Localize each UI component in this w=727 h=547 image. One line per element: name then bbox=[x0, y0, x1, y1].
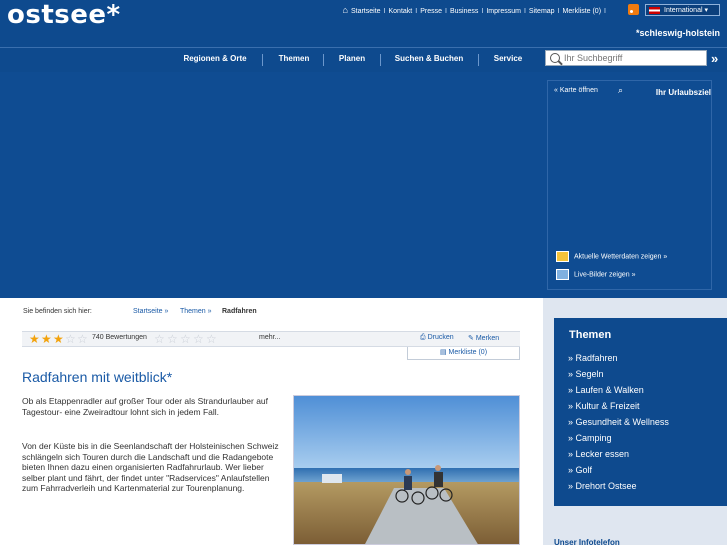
toplink-impressum[interactable]: Impressum bbox=[486, 8, 521, 15]
remember-button[interactable]: ✎ Merken bbox=[468, 334, 499, 342]
search-input[interactable] bbox=[564, 51, 704, 65]
star-filled-icon: ★ bbox=[29, 332, 40, 346]
nav-divider bbox=[380, 54, 381, 66]
map-panel: « Karte öffnen ⌕ Ihr Urlaubsziel Aktuell… bbox=[547, 80, 712, 290]
rss-icon[interactable] bbox=[628, 4, 639, 15]
star-filled-icon: ★ bbox=[53, 332, 64, 346]
star-filled-icon: ★ bbox=[41, 332, 52, 346]
nav-planen[interactable]: Planen bbox=[328, 48, 376, 72]
print-icon: ⎙ bbox=[420, 334, 426, 341]
themen-item-camping[interactable]: » Camping bbox=[568, 433, 612, 443]
watchlist-label: Merkliste (0) bbox=[448, 349, 488, 356]
sun-icon bbox=[556, 251, 569, 262]
themen-item-kultur[interactable]: » Kultur & Freizeit bbox=[568, 401, 640, 411]
star-empty-icon: ☆ bbox=[77, 332, 88, 346]
toplink-startseite[interactable]: Startseite bbox=[351, 8, 381, 15]
tagline: *schleswig-holstein bbox=[635, 28, 720, 38]
breadcrumb-current: Radfahren bbox=[222, 308, 257, 315]
intro-paragraph: Ob als Etappenradler auf großer Tour ode… bbox=[22, 396, 269, 417]
rate-star-icon[interactable]: ☆ bbox=[154, 332, 165, 346]
toplink-sitemap[interactable]: Sitemap bbox=[529, 8, 555, 15]
nav-divider bbox=[323, 54, 324, 66]
zoom-icon[interactable]: ⌕ bbox=[618, 85, 623, 96]
search-icon[interactable] bbox=[550, 53, 560, 63]
rating-count: 740 Bewertungen bbox=[92, 334, 147, 341]
print-button[interactable]: ⎙ Drucken bbox=[420, 334, 454, 342]
logo[interactable]: ostsee* bbox=[7, 0, 121, 30]
themen-item-radfahren[interactable]: » Radfahren bbox=[568, 353, 618, 363]
nav-suchen-buchen[interactable]: Suchen & Buchen bbox=[385, 48, 473, 72]
destination-title: Ihr Urlaubsziel bbox=[655, 88, 711, 97]
nav-regionen[interactable]: Regionen & Orte bbox=[175, 48, 255, 72]
cyclists-photo-graphic bbox=[294, 396, 519, 544]
themen-item-lecker-essen[interactable]: » Lecker essen bbox=[568, 449, 629, 459]
breadcrumb-label: Sie befinden sich hier: bbox=[23, 308, 92, 315]
body-paragraph: Von der Küste bis in die Seenlandschaft … bbox=[22, 441, 279, 493]
live-images-label: Live-Bilder zeigen » bbox=[574, 271, 636, 279]
infotelefon-heading: Unser Infotelefon bbox=[554, 538, 620, 547]
toplink-business[interactable]: Business bbox=[450, 8, 478, 15]
breadcrumb-themen[interactable]: Themen » bbox=[180, 308, 212, 315]
breadcrumb-startseite[interactable]: Startseite » bbox=[133, 308, 168, 315]
watchlist-tab[interactable]: ▤ Merkliste (0) bbox=[407, 347, 520, 360]
rate-star-icon[interactable]: ☆ bbox=[180, 332, 191, 346]
live-images-link[interactable]: Live-Bilder zeigen » bbox=[556, 269, 635, 280]
open-map-label: Karte öffnen bbox=[559, 87, 598, 94]
rating-bar: ★ ★ ★ ☆ ☆ 740 Bewertungen ☆ ☆ ☆ ☆ ☆ mehr… bbox=[22, 331, 520, 347]
nav-divider bbox=[478, 54, 479, 66]
pin-icon: ✎ bbox=[468, 335, 474, 342]
weather-link[interactable]: Aktuelle Wetterdaten zeigen » bbox=[556, 251, 667, 262]
search-submit-button[interactable]: » bbox=[711, 51, 718, 66]
search-box bbox=[545, 50, 707, 66]
remember-label: Merken bbox=[475, 335, 500, 342]
themen-box: Themen » Radfahren » Segeln » Laufen & W… bbox=[554, 318, 727, 506]
more-link[interactable]: mehr... bbox=[259, 334, 280, 341]
open-map-link[interactable]: « Karte öffnen bbox=[554, 87, 598, 94]
print-label: Drucken bbox=[427, 334, 454, 341]
toplink-presse[interactable]: Presse bbox=[420, 8, 442, 15]
toplink-kontakt[interactable]: Kontakt bbox=[389, 8, 413, 15]
language-select[interactable]: International ▾ bbox=[645, 4, 720, 16]
webcam-icon bbox=[556, 269, 569, 280]
themen-item-drehort[interactable]: » Drehort Ostsee bbox=[568, 481, 637, 491]
list-icon: ▤ bbox=[439, 349, 447, 356]
rate-star-icon[interactable]: ☆ bbox=[206, 332, 217, 346]
rate-star-icon[interactable]: ☆ bbox=[193, 332, 204, 346]
nav-themen[interactable]: Themen bbox=[268, 48, 320, 72]
toplink-merkliste[interactable]: Merkliste (0) bbox=[563, 8, 602, 15]
top-links: ⌂ Startseite I Kontakt I Presse I Business I Impr… bbox=[342, 5, 606, 15]
home-icon[interactable]: ⌂ bbox=[343, 5, 348, 15]
weather-label: Aktuelle Wetterdaten zeigen » bbox=[574, 253, 668, 261]
nav-divider bbox=[262, 54, 263, 66]
rate-star-icon[interactable]: ☆ bbox=[167, 332, 178, 346]
star-empty-icon: ☆ bbox=[65, 332, 76, 346]
flag-icon bbox=[649, 7, 660, 14]
nav-service[interactable]: Service bbox=[484, 48, 532, 72]
themen-item-segeln[interactable]: » Segeln bbox=[568, 369, 604, 379]
page-title: Radfahren mit weitblick* bbox=[22, 369, 173, 385]
themen-item-golf[interactable]: » Golf bbox=[568, 465, 592, 475]
cyclists-photo bbox=[293, 395, 520, 545]
themen-item-gesundheit[interactable]: » Gesundheit & Wellness bbox=[568, 417, 669, 427]
language-label: International bbox=[664, 7, 703, 14]
themen-item-laufen[interactable]: » Laufen & Walken bbox=[568, 385, 644, 395]
themen-title: Themen bbox=[569, 329, 612, 341]
